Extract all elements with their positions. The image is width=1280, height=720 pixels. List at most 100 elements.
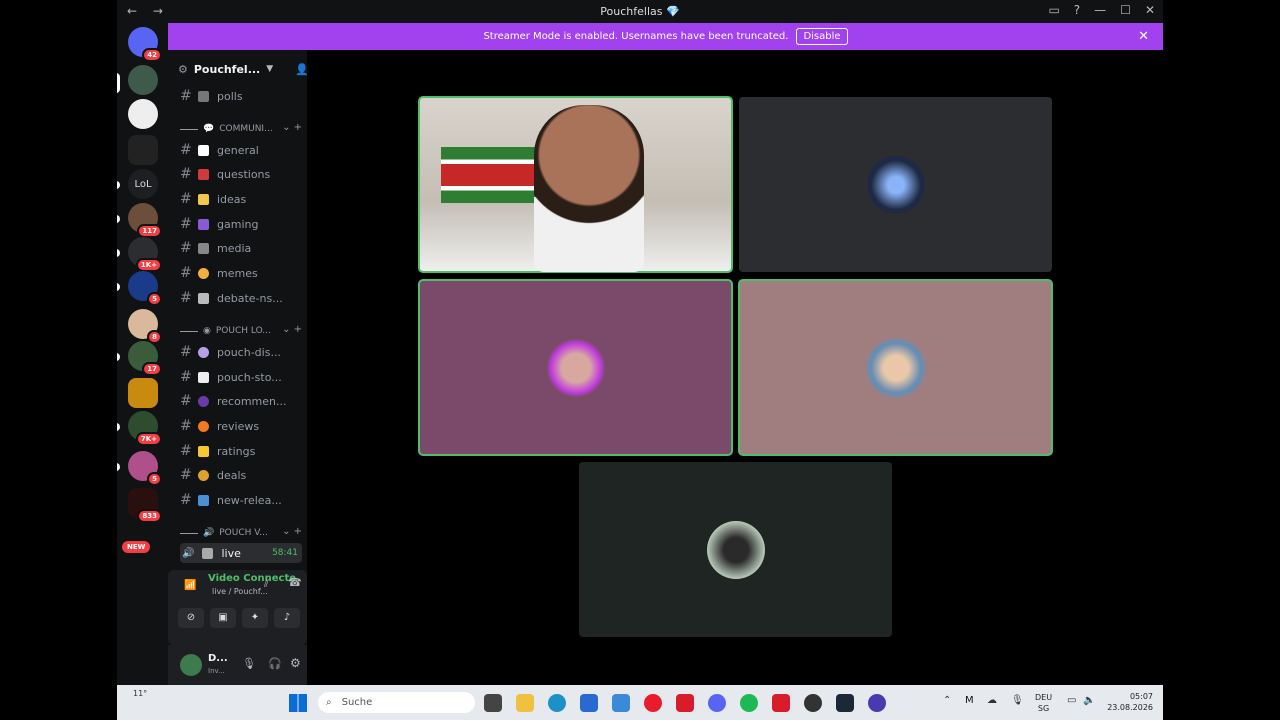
windows-taskbar: 11° ⌕ Suche ⌃ M ☁ 🎙 DEU SG ▭ 🔈 05:07 23.… (117, 685, 1163, 720)
app-icon[interactable] (868, 694, 886, 712)
lol-server-icon[interactable]: LoL (128, 169, 158, 199)
channel-polls[interactable]: # polls (180, 86, 302, 106)
close-window-icon[interactable]: ✕ (1145, 3, 1155, 17)
user-name[interactable]: D... (208, 653, 228, 664)
signal-icon[interactable]: 📶 (184, 580, 196, 591)
mic-tray-icon[interactable]: 🎙 (1011, 695, 1024, 706)
start-icon[interactable] (289, 694, 307, 712)
settings-icon[interactable]: ⚙ (290, 656, 301, 670)
streamer-mode-banner: Streamer Mode is enabled. Usernames have… (168, 23, 1163, 50)
app-icon[interactable] (772, 694, 790, 712)
tray-icon[interactable]: M (965, 695, 974, 706)
channel-gaming[interactable]: # gaming (180, 214, 302, 234)
avatar[interactable] (180, 654, 202, 676)
task-view-icon[interactable] (484, 694, 502, 712)
channel-new-releases[interactable]: # new-relea... (180, 490, 302, 510)
server-icon[interactable]: 7K+ (128, 411, 162, 446)
weather-widget[interactable]: 11° (133, 689, 147, 698)
channel-pouch-dis[interactable]: # pouch-dis... (180, 342, 302, 362)
add-channel-icon[interactable]: ⌄ + (282, 122, 302, 133)
speech-icon: 💬 (203, 124, 215, 134)
channel-recommen[interactable]: # recommen... (180, 391, 302, 411)
channel-general[interactable]: # general (180, 140, 302, 160)
chevron-down-icon: ▼ (266, 64, 274, 74)
opera-icon[interactable] (644, 694, 662, 712)
noise-suppression-icon[interactable]: ⫽ (264, 577, 269, 591)
screen-share-icon[interactable]: ▣ (210, 608, 236, 628)
voice-channel-live[interactable]: 🔊 live 58:41 (180, 543, 302, 563)
channel-reviews[interactable]: # reviews (180, 416, 302, 436)
discord-icon[interactable] (708, 694, 726, 712)
add-channel-icon[interactable]: ⌄ + (282, 324, 302, 335)
video-tile[interactable] (579, 462, 892, 637)
file-explorer-icon[interactable] (516, 694, 534, 712)
minimize-icon[interactable]: — (1094, 3, 1106, 17)
server-icon[interactable]: 117 (128, 203, 162, 238)
server-icon[interactable]: 1K+ (128, 237, 162, 272)
server-icon[interactable] (128, 378, 158, 408)
spotify-icon[interactable] (740, 694, 758, 712)
disconnect-icon[interactable]: ☎ (288, 576, 302, 589)
user-panel: D... Inv... 🎙 🎧 ⚙ (168, 645, 307, 685)
discord-home-icon[interactable]: 42 (128, 27, 162, 62)
display-icon[interactable]: ▭ (1067, 695, 1076, 706)
outlook-icon[interactable] (612, 694, 630, 712)
tray-chevron-icon[interactable]: ⌃ (943, 695, 951, 706)
store-icon[interactable] (580, 694, 598, 712)
video-tile[interactable] (738, 279, 1053, 456)
channel-ratings[interactable]: # ratings (180, 441, 302, 461)
server-icon[interactable] (128, 99, 158, 129)
pouch-icon: ◉ (203, 326, 211, 336)
disable-button[interactable]: Disable (796, 28, 848, 45)
channel-deals[interactable]: # deals (180, 465, 302, 485)
network-icon[interactable]: ☁ (987, 695, 997, 706)
help-icon[interactable]: ? (1074, 3, 1080, 17)
speaker-icon: 🔊 (203, 528, 215, 538)
server-rail: 42 LoL 117 1K+ 5 8 17 7K+ 5 833 NEW (117, 23, 168, 685)
channel-sidebar: ⚙ Pouchfel... ▼ 👤 # polls 💬 COMMUNI... ⌄ + … (168, 50, 309, 685)
camera-off-icon[interactable]: ⊘ (178, 608, 204, 628)
edge-icon[interactable] (548, 694, 566, 712)
voice-status[interactable]: Video Connecte (208, 573, 296, 584)
avatar (866, 155, 925, 214)
video-tile[interactable] (739, 97, 1052, 272)
language-indicator[interactable]: DEU SG (1035, 692, 1052, 714)
voice-location[interactable]: live / Pouchf... (212, 587, 268, 596)
avatar (866, 338, 925, 397)
channel-memes[interactable]: # memes (180, 263, 302, 283)
server-icon[interactable] (128, 65, 158, 95)
mcafee-icon[interactable] (676, 694, 694, 712)
maximize-icon[interactable]: ☐ (1120, 3, 1131, 17)
channel-ideas[interactable]: # ideas (180, 189, 302, 209)
server-icon[interactable]: 17 (128, 341, 162, 376)
volume-icon[interactable]: 🔈 (1083, 695, 1095, 706)
category-header[interactable]: 💬 COMMUNI... ⌄ + (180, 122, 302, 136)
category-header[interactable]: 🔊 POUCH V... ⌄ + (180, 526, 302, 540)
channel-questions[interactable]: # questions (180, 164, 302, 184)
steam-icon[interactable] (836, 694, 854, 712)
server-icon[interactable]: 8 (128, 309, 162, 344)
video-tile[interactable] (418, 96, 733, 273)
channel-debate[interactable]: # debate-ns... (180, 288, 302, 308)
server-icon[interactable]: 833 (128, 488, 162, 523)
channel-media[interactable]: # media (180, 238, 302, 258)
headset-icon[interactable]: 🎧 (268, 657, 282, 670)
server-icon[interactable]: 5 (128, 451, 162, 486)
server-icon[interactable] (128, 135, 158, 165)
add-channel-icon[interactable]: ⌄ + (282, 526, 302, 537)
microphone-icon[interactable]: 🎙 (242, 657, 256, 670)
banner-close-icon[interactable]: ✕ (1138, 29, 1149, 44)
soundboard-icon[interactable]: ♪ (274, 608, 300, 628)
search-icon: ⌕ (326, 697, 332, 708)
mention-badge: 42 (142, 48, 162, 62)
search-input[interactable]: ⌕ Suche (318, 692, 475, 713)
app-icon[interactable] (804, 694, 822, 712)
inbox-icon[interactable]: ▭ (1048, 3, 1059, 17)
category-header[interactable]: ◉ POUCH LO... ⌄ + (180, 324, 302, 338)
channel-pouch-sto[interactable]: # pouch-sto... (180, 367, 302, 387)
video-tile[interactable] (418, 279, 733, 456)
server-header[interactable]: ⚙ Pouchfel... ▼ 👤 (178, 60, 309, 78)
activities-icon[interactable]: ✦ (242, 608, 268, 628)
clock[interactable]: 05:07 23.08.2026 (1107, 691, 1153, 713)
server-icon[interactable]: 5 (128, 271, 162, 306)
